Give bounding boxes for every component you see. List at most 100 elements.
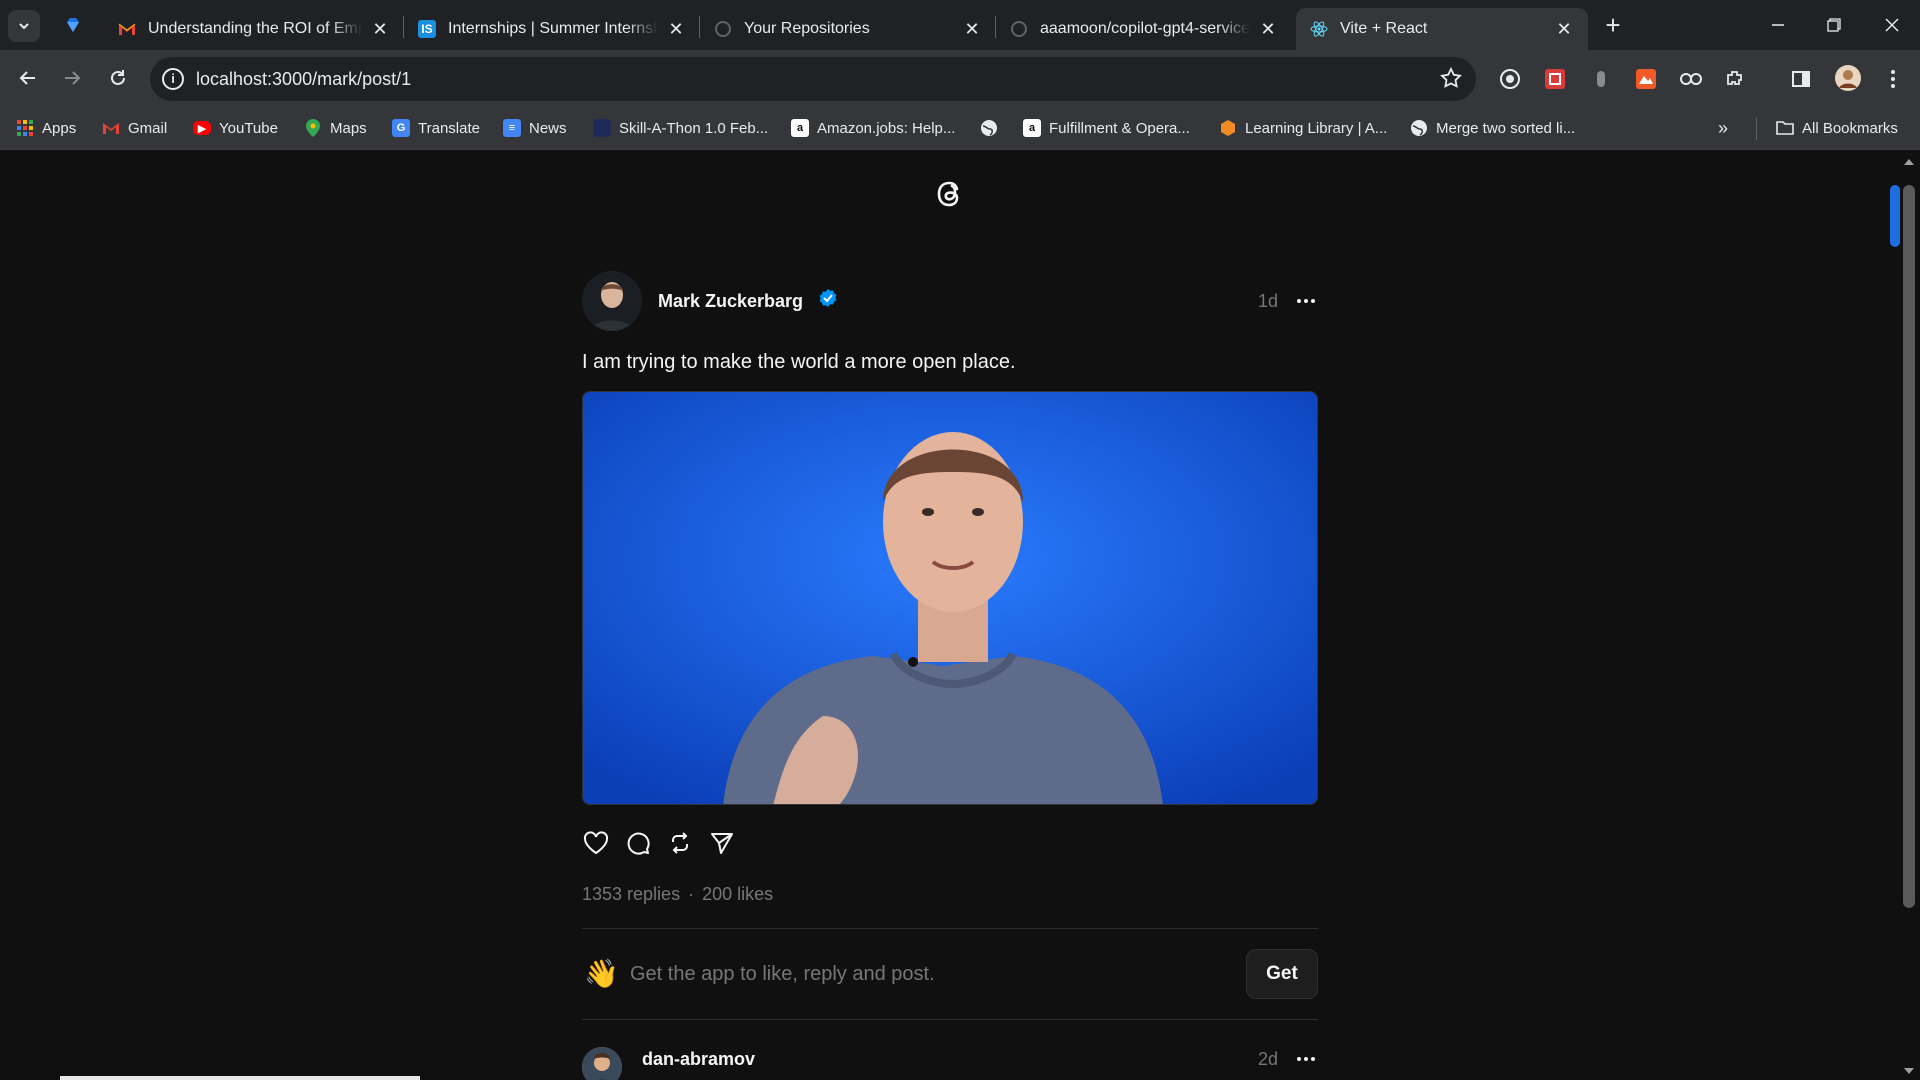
url-text[interactable]: localhost:3000/mark/post/1 [196,69,411,90]
close-icon[interactable]: ✕ [666,19,686,40]
stats-dot: · [688,884,695,904]
side-panel-icon[interactable] [1788,66,1814,92]
extension-bottle-icon[interactable] [1588,66,1614,92]
tab-title: aaamoon/copilot-gpt4-service: [1040,20,1250,37]
skill-a-thon-icon [593,119,611,137]
post-actions [582,829,736,861]
tab-3[interactable]: aaamoon/copilot-gpt4-service: ✕ [996,8,1292,50]
close-window-button[interactable] [1864,0,1920,50]
scrollbar-thumb[interactable] [1903,185,1915,908]
arrow-left-icon [19,71,35,85]
extension-orange-icon[interactable] [1633,66,1659,92]
author-avatar[interactable] [582,271,642,331]
reload-button[interactable] [102,62,134,94]
extensions-puzzle-icon[interactable] [1722,66,1748,92]
tab-1[interactable]: IS Internships | Summer Internship ✕ [404,8,700,50]
profile-avatar[interactable] [1834,64,1862,92]
globe-icon [980,119,998,137]
menu-kebab-icon[interactable] [1880,66,1906,92]
bookmark-apps[interactable]: Apps [16,116,76,140]
bookmarks-separator [1756,118,1757,140]
likes-count[interactable]: 200 likes [702,884,773,904]
get-app-text: Get the app to like, reply and post. [630,963,935,985]
tab-search-button[interactable] [8,10,40,42]
loading-icon [1010,20,1028,38]
reply-avatar[interactable] [582,1047,622,1080]
bookmark-label: YouTube [219,119,278,137]
bookmark-label: Maps [330,119,367,137]
bookmark-globe[interactable] [980,116,1006,140]
more-options-icon[interactable] [1294,289,1318,313]
close-icon[interactable]: ✕ [1258,19,1278,40]
horizontal-scroll-indicator [60,1076,420,1080]
bookmark-label: Amazon.jobs: Help... [817,119,956,137]
author-name[interactable]: Mark Zuckerbarg [658,291,803,312]
restore-button[interactable] [1806,0,1862,50]
replies-count[interactable]: 1353 replies [582,884,680,904]
bookmark-maps[interactable]: Maps [304,116,367,140]
extension-glasses-icon[interactable] [1678,66,1704,92]
reply-author[interactable]: dan-abramov [642,1049,755,1070]
address-bar[interactable]: i localhost:3000/mark/post/1 [150,57,1476,101]
reload-icon [111,70,125,85]
bookmark-label: Fulfillment & Opera... [1049,119,1190,137]
tab-0[interactable]: Understanding the ROI of Empl ✕ [104,8,404,50]
like-heart-icon[interactable] [582,829,610,857]
maps-pin-icon [304,119,322,137]
bookmark-translate[interactable]: G Translate [392,116,480,140]
close-icon[interactable]: ✕ [1554,19,1574,40]
forward-button[interactable] [56,62,88,94]
navigation-bar: i localhost:3000/mark/post/1 [0,50,1920,106]
bookmark-news[interactable]: ≡ News [503,116,567,140]
pinned-tab[interactable] [60,12,86,38]
internshala-icon: IS [418,20,436,38]
bookmark-learning-library[interactable]: Learning Library | A... [1219,116,1387,140]
extension-red-icon[interactable] [1542,66,1568,92]
close-icon[interactable]: ✕ [962,19,982,40]
bookmark-fulfillment[interactable]: a Fulfillment & Opera... [1023,116,1190,140]
vertical-scrollbar[interactable] [1900,151,1920,1080]
repost-icon[interactable] [666,829,694,857]
hexagon-icon [1219,119,1237,137]
bookmarks-bar: Apps Gmail ▶ YouTube Maps G Translate ≡ … [0,106,1920,150]
extension-target-icon[interactable] [1497,66,1523,92]
share-send-icon[interactable] [708,829,736,857]
bookmark-label: Learning Library | A... [1245,119,1388,137]
all-bookmarks[interactable]: All Bookmarks [1776,116,1898,140]
globe-icon [1410,119,1428,137]
minimize-button[interactable] [1750,0,1806,50]
more-options-icon[interactable] [1294,1047,1318,1071]
tab-2[interactable]: Your Repositories ✕ [700,8,996,50]
bookmark-gmail[interactable]: Gmail [102,116,167,140]
back-button[interactable] [12,62,44,94]
apps-grid-icon [16,119,34,137]
get-app-button[interactable]: Get [1246,949,1318,999]
all-bookmarks-label: All Bookmarks [1802,119,1898,137]
divider [582,1019,1318,1020]
bookmark-star-icon[interactable] [1440,66,1462,94]
bookmark-amazon-jobs[interactable]: a Amazon.jobs: Help... [791,116,955,140]
comment-bubble-icon[interactable] [624,829,652,857]
bookmark-merge-two-sorted[interactable]: Merge two sorted li... [1410,116,1575,140]
scroll-up-arrow-icon[interactable] [1904,159,1914,165]
bookmark-skill-a-thon[interactable]: Skill-A-Thon 1.0 Feb... [593,116,768,140]
new-tab-button[interactable]: + [1598,11,1628,41]
bookmark-label: Apps [42,119,77,137]
threads-logo-icon[interactable] [932,176,968,212]
site-info-icon[interactable]: i [162,68,184,90]
react-icon [1310,20,1328,38]
bookmark-label: Skill-A-Thon 1.0 Feb... [619,119,769,137]
scroll-position-handle[interactable] [1890,185,1900,247]
get-app-banner: 👋 Get the app to like, reply and post. G… [582,929,1318,1019]
bookmark-label: Merge two sorted li... [1436,119,1576,137]
reply-item: dan-abramov 2d [582,1047,1318,1080]
bookmarks-overflow-chevron-icon[interactable]: » [1718,116,1728,140]
post-image[interactable] [582,391,1318,805]
close-icon[interactable]: ✕ [370,19,390,40]
folder-icon [1776,119,1794,137]
bookmark-youtube[interactable]: ▶ YouTube [193,116,278,140]
bookmark-label: News [529,119,567,137]
tab-4-active[interactable]: Vite + React ✕ [1296,8,1588,50]
bookmark-label: Translate [418,119,480,137]
scroll-down-arrow-icon[interactable] [1904,1068,1914,1074]
